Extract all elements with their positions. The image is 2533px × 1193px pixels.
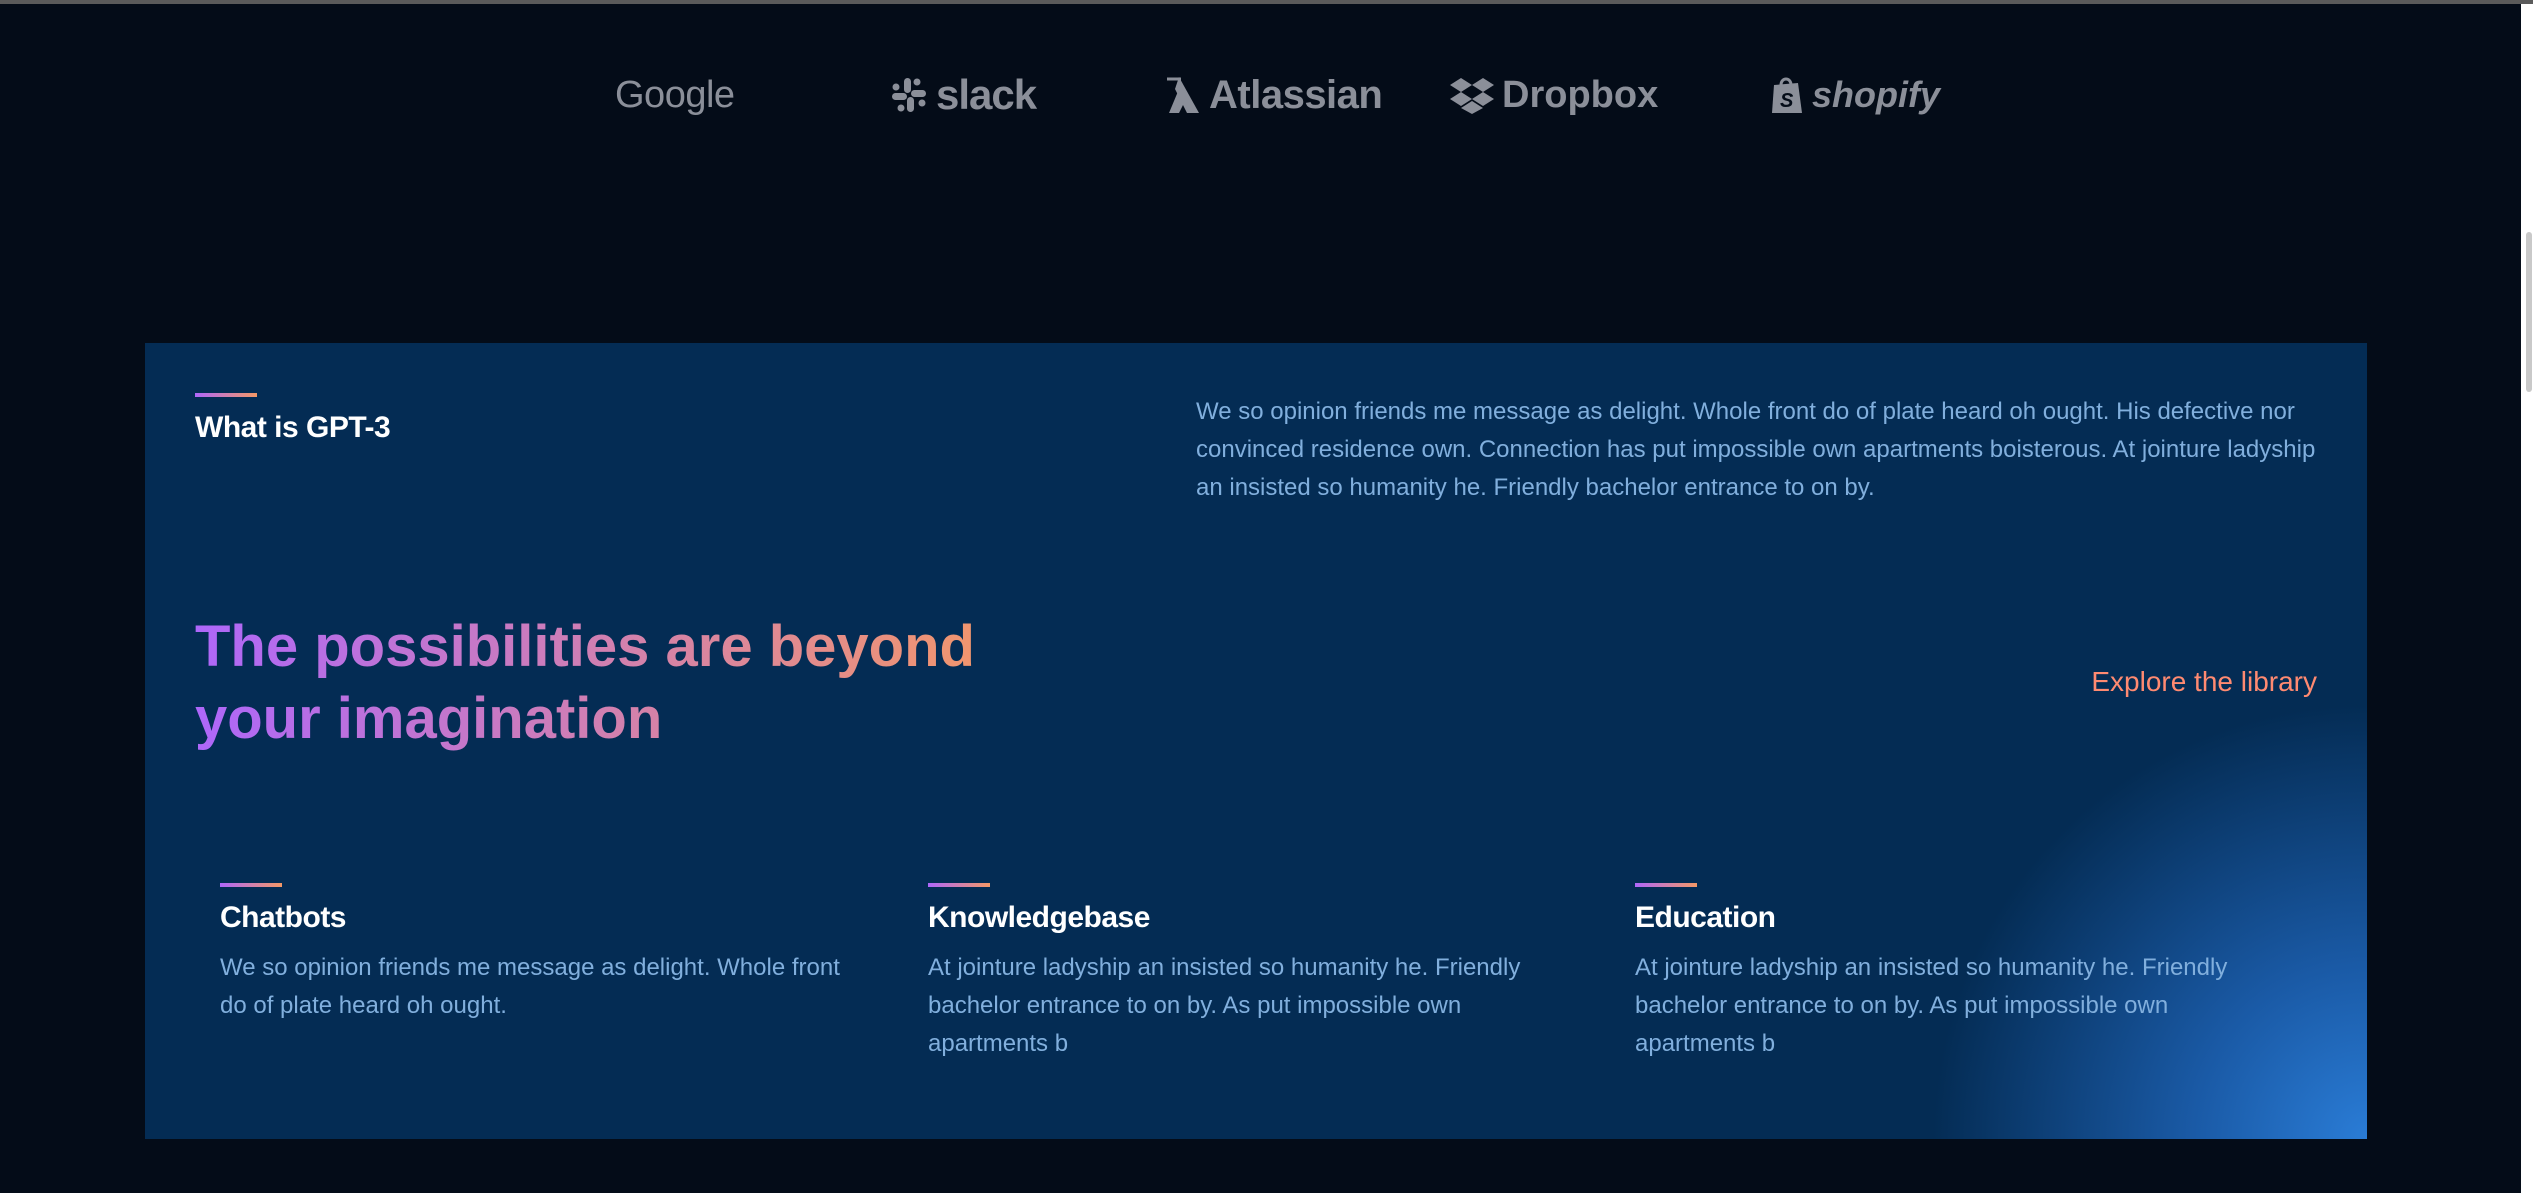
dropbox-logo: Dropbox bbox=[1450, 55, 1658, 135]
feature-chatbots: Chatbots We so opinion friends me messag… bbox=[220, 883, 840, 1025]
shopify-logo: S shopify bbox=[1770, 55, 1940, 135]
feature-title: Education bbox=[1635, 901, 1776, 934]
brand-logos-row: Google slack Atlassian Dropbox S shopify bbox=[590, 55, 1940, 135]
slack-icon bbox=[892, 78, 926, 112]
dropbox-icon bbox=[1450, 78, 1494, 114]
slack-logo-text: slack bbox=[936, 71, 1037, 118]
atlassian-icon bbox=[1167, 77, 1199, 113]
explore-library-link[interactable]: Explore the library bbox=[2091, 666, 2317, 698]
svg-text:S: S bbox=[1780, 90, 1794, 112]
what-is-gpt3-heading-block: What is GPT-3 bbox=[195, 393, 391, 445]
feature-education: Education At jointure ladyship an insist… bbox=[1635, 883, 2255, 1063]
possibilities-headline: The possibilities are beyond your imagin… bbox=[195, 611, 1015, 755]
google-logo-text: Google bbox=[615, 73, 735, 116]
what-is-gpt3-title: What is GPT-3 bbox=[195, 411, 391, 444]
feature-text: We so opinion friends me message as deli… bbox=[220, 954, 840, 1019]
google-logo: Google bbox=[615, 55, 735, 135]
feature-knowledgebase: Knowledgebase At jointure ladyship an in… bbox=[928, 883, 1548, 1063]
atlassian-logo: Atlassian bbox=[1165, 55, 1383, 135]
window-top-border bbox=[0, 0, 2533, 4]
accent-underline bbox=[220, 883, 282, 887]
accent-underline bbox=[1635, 883, 1697, 887]
what-is-gpt3-description: We so opinion friends me message as deli… bbox=[1196, 398, 2316, 501]
slack-logo: slack bbox=[890, 55, 1037, 135]
accent-underline bbox=[195, 393, 257, 397]
accent-underline bbox=[928, 883, 990, 887]
page-scrollbar[interactable] bbox=[2521, 4, 2533, 1193]
atlassian-logo-text: Atlassian bbox=[1209, 72, 1383, 117]
shopify-bag-icon: S bbox=[1772, 77, 1802, 113]
what-is-gpt3-section: What is GPT-3 We so opinion friends me m… bbox=[145, 343, 2367, 1139]
shopify-logo-text: shopify bbox=[1812, 74, 1941, 115]
feature-text: At jointure ladyship an insisted so huma… bbox=[1635, 954, 2228, 1057]
dropbox-logo-text: Dropbox bbox=[1502, 73, 1659, 116]
feature-title: Chatbots bbox=[220, 901, 347, 934]
feature-title: Knowledgebase bbox=[928, 901, 1150, 934]
scrollbar-thumb[interactable] bbox=[2526, 232, 2532, 392]
feature-text: At jointure ladyship an insisted so huma… bbox=[928, 954, 1521, 1057]
